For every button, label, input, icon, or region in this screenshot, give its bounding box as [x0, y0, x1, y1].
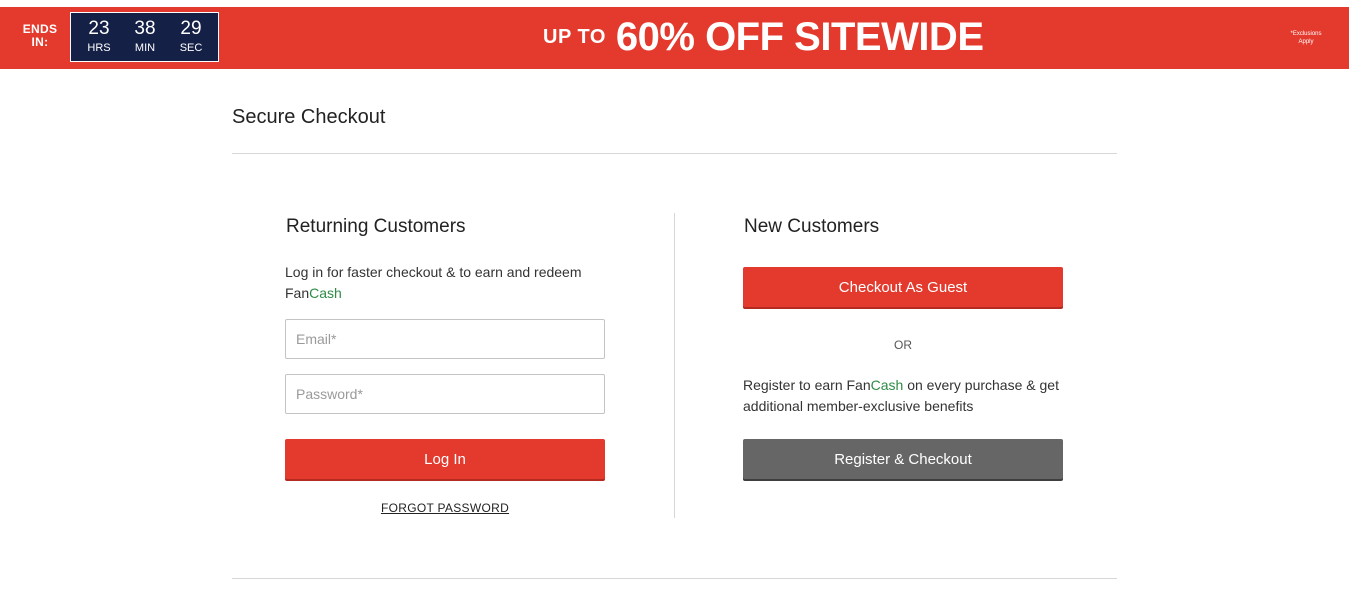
timer-hours-label: HRS	[87, 42, 111, 54]
login-button[interactable]: Log In	[285, 439, 605, 479]
exclusions-line1: *Exclusions	[1290, 31, 1322, 37]
email-field[interactable]	[285, 319, 605, 359]
countdown-timer: 23 HRS 38 MIN 29 SEC	[70, 12, 219, 62]
register-description-prefix: Register to earn Fan	[743, 377, 871, 393]
exclusions-note[interactable]: *Exclusions Apply	[1282, 30, 1330, 46]
promo-banner[interactable]: ENDS IN: 23 HRS 38 MIN 29 SEC UP TO 60% O…	[0, 7, 1349, 69]
timer-hours-value: 23	[88, 18, 110, 39]
exclusions-line2: Apply	[1298, 39, 1314, 45]
timer-seconds-value: 29	[180, 18, 202, 39]
promo-prefix: UP TO	[543, 26, 606, 48]
ends-label-line2: IN:	[31, 35, 49, 49]
timer-minutes-value: 38	[134, 18, 156, 39]
column-divider	[674, 213, 675, 518]
ends-in-label: ENDS IN:	[22, 23, 58, 49]
bottom-divider	[232, 578, 1117, 579]
returning-customers-heading: Returning Customers	[286, 216, 466, 237]
new-customers-heading: New Customers	[744, 216, 880, 237]
timer-seconds-label: SEC	[179, 42, 203, 54]
timer-hours: 23 HRS	[79, 19, 119, 55]
top-divider	[232, 153, 1117, 154]
timer-seconds: 29 SEC	[171, 19, 211, 55]
returning-description: Log in for faster checkout & to earn and…	[285, 262, 615, 304]
fancash-highlight: Cash	[870, 377, 904, 393]
or-separator: OR	[894, 338, 912, 352]
promo-main-text: 60% OFF SITEWIDE	[615, 15, 984, 59]
timer-minutes-label: MIN	[134, 42, 156, 54]
checkout-as-guest-button[interactable]: Checkout As Guest	[743, 267, 1063, 307]
forgot-password-link[interactable]: FORGOT PASSWORD	[285, 501, 605, 515]
timer-minutes: 38 MIN	[125, 19, 165, 55]
fancash-highlight: Cash	[309, 285, 342, 301]
page-title: Secure Checkout	[232, 106, 386, 128]
register-description: Register to earn FanCash on every purcha…	[743, 375, 1063, 417]
password-field[interactable]	[285, 374, 605, 414]
promo-headline: UP TO 60% OFF SITEWIDE	[543, 15, 984, 60]
register-and-checkout-button[interactable]: Register & Checkout	[743, 439, 1063, 479]
